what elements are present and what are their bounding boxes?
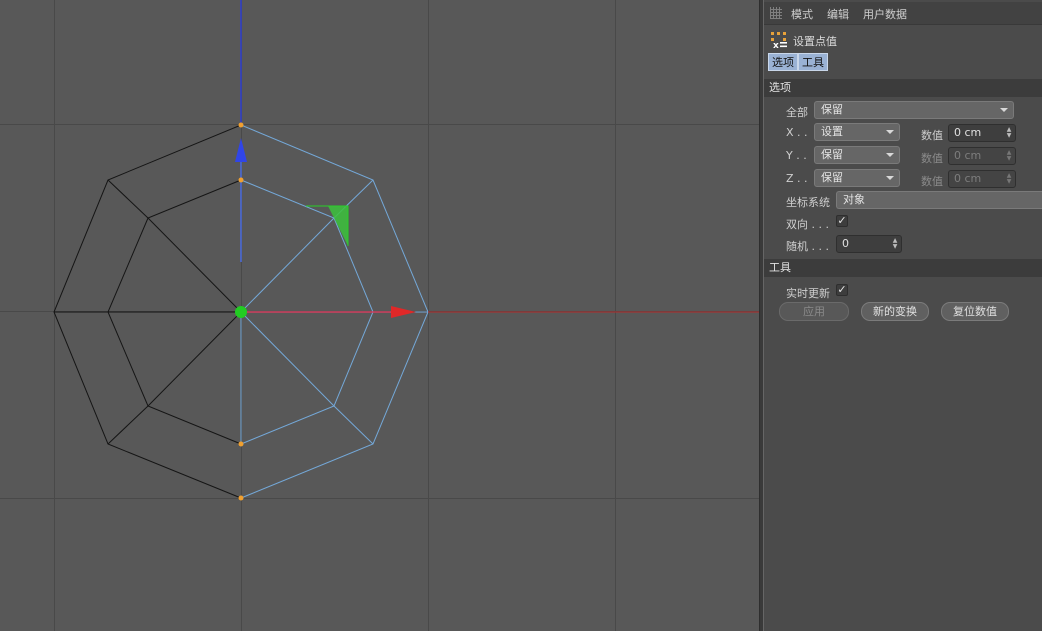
spinner-icon: ▲ ▼ — [1006, 149, 1012, 162]
x-value-label: 数值 — [921, 129, 943, 142]
coord-system-label: 坐标系统 — [786, 196, 830, 209]
chevron-down-icon — [886, 153, 894, 157]
apply-button[interactable]: 应用 — [779, 302, 849, 321]
bidirectional-checkbox[interactable]: ✓ — [836, 215, 848, 227]
z-value-label: 数值 — [921, 175, 943, 188]
section-options-heading[interactable]: 选项 — [764, 79, 1042, 97]
set-point-value-icon: x — [771, 32, 787, 49]
random-label: 随机 . . . — [786, 240, 829, 253]
all-label: 全部 — [786, 106, 808, 119]
x-value-field[interactable]: 0 cm ▲ ▼ — [948, 124, 1016, 142]
unselected-edges — [53, 124, 242, 499]
grid — [0, 0, 759, 631]
y-value: 0 cm — [954, 149, 982, 162]
coord-system-value: 对象 — [843, 193, 865, 206]
x-mode-dropdown[interactable]: 设置 — [814, 123, 900, 141]
realtime-update-checkbox[interactable]: ✓ — [836, 284, 848, 296]
tab-tool[interactable]: 工具 — [798, 53, 828, 71]
y-mode-value: 保留 — [821, 148, 843, 161]
z-label: Z . . — [786, 172, 808, 185]
viewport[interactable] — [0, 0, 759, 631]
bidirectional-label: 双向 . . . — [786, 218, 829, 231]
chevron-down-icon — [1000, 108, 1008, 112]
y-mode-dropdown[interactable]: 保留 — [814, 146, 900, 164]
tab-options[interactable]: 选项 — [768, 53, 798, 71]
checkmark-icon: ✓ — [837, 283, 847, 296]
axis-x[interactable] — [245, 306, 759, 318]
spinner-icon[interactable]: ▲ ▼ — [892, 238, 898, 250]
tool-title: 设置点值 — [793, 35, 837, 48]
z-mode-value: 保留 — [821, 171, 843, 184]
chevron-down-icon — [886, 130, 894, 134]
section-tool-heading[interactable]: 工具 — [764, 259, 1042, 277]
spinner-icon[interactable]: ▲ ▼ — [1006, 127, 1012, 139]
axis-x-arrow-icon — [391, 306, 416, 318]
checkmark-icon: ✓ — [837, 214, 847, 227]
axis-origin-handle[interactable] — [235, 306, 247, 318]
axis-y-arrow-icon — [235, 138, 247, 162]
tool-header: x 设置点值 — [768, 30, 1038, 50]
menu-user-data[interactable]: 用户数据 — [863, 6, 907, 22]
y-label: Y . . — [786, 149, 807, 162]
coord-system-dropdown[interactable]: 对象 — [836, 191, 1042, 209]
menu-edit[interactable]: 编辑 — [827, 6, 849, 22]
x-mode-value: 设置 — [821, 125, 843, 138]
svg-text:x: x — [773, 41, 779, 49]
panel-menubar: 模式 编辑 用户数据 — [764, 2, 1042, 25]
y-value-label: 数值 — [921, 152, 943, 165]
spinner-icon: ▲ ▼ — [1006, 172, 1012, 185]
menu-mode[interactable]: 模式 — [791, 6, 813, 22]
x-value: 0 cm — [954, 126, 982, 139]
chevron-down-icon — [886, 176, 894, 180]
grip-icon[interactable] — [770, 7, 782, 19]
new-transform-button[interactable]: 新的变换 — [861, 302, 929, 321]
z-value-field: 0 cm ▲ ▼ — [948, 170, 1016, 188]
viewport-canvas[interactable] — [0, 0, 759, 631]
all-dropdown[interactable]: 保留 — [814, 101, 1014, 119]
z-mode-dropdown[interactable]: 保留 — [814, 169, 900, 187]
y-value-field: 0 cm ▲ ▼ — [948, 147, 1016, 165]
reset-values-button[interactable]: 复位数值 — [941, 302, 1009, 321]
random-value: 0 — [842, 237, 849, 250]
attribute-panel: 模式 编辑 用户数据 x 设置点值 选项 工具 选项 全部 保留 X . . 设… — [764, 0, 1042, 631]
random-field[interactable]: 0 ▲ ▼ — [836, 235, 902, 253]
z-value: 0 cm — [954, 172, 982, 185]
x-label: X . . — [786, 126, 808, 139]
realtime-update-label: 实时更新 — [786, 287, 830, 300]
all-dropdown-value: 保留 — [821, 103, 843, 116]
